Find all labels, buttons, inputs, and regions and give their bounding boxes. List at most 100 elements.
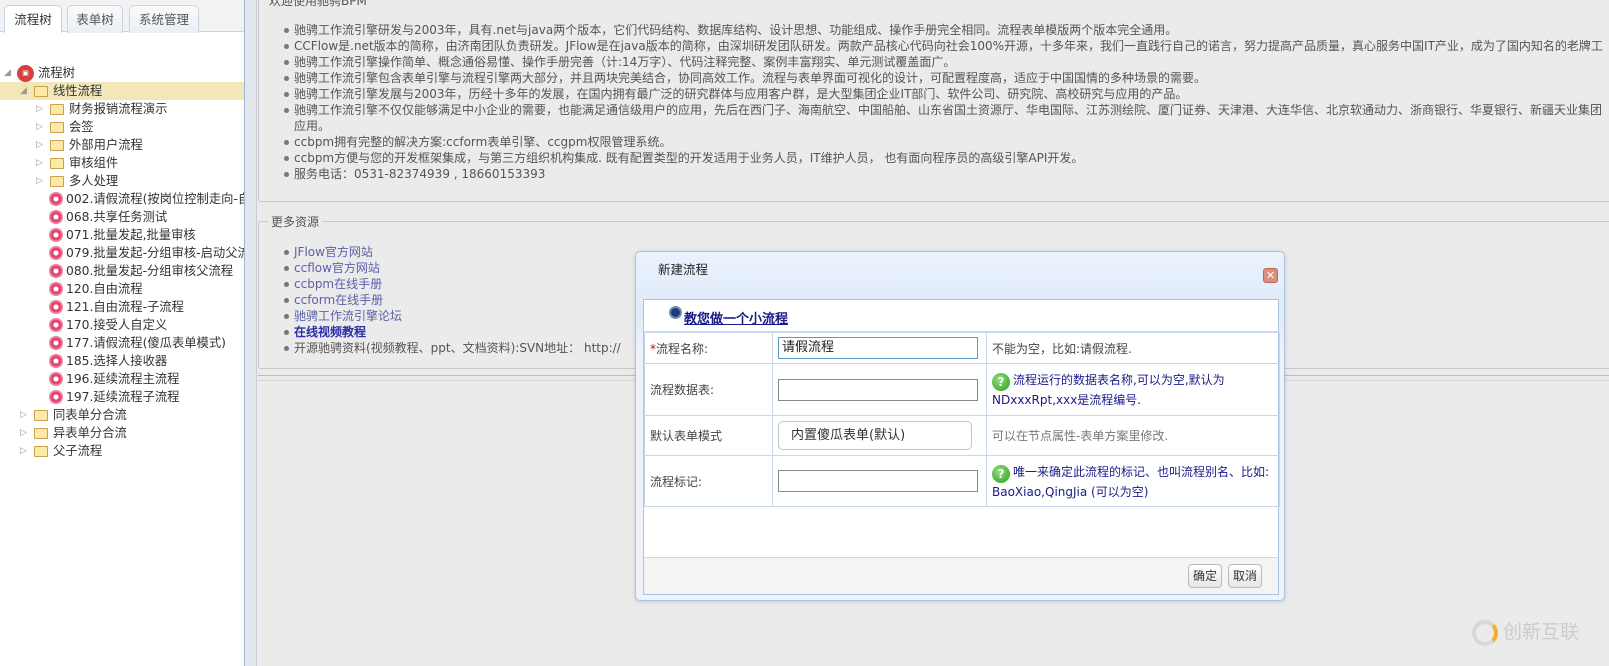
cancel-button[interactable]: 取消: [1228, 564, 1263, 588]
tree-node[interactable]: ▷ 审核组件: [0, 154, 244, 172]
intro-list: 驰骋工作流引擎研发与2003年，具有.net与java两个版本，它们代码结构、数…: [284, 22, 1603, 182]
tab-form-tree[interactable]: 表单树: [67, 5, 123, 33]
collapsed-arrow-icon[interactable]: ▷: [36, 100, 43, 118]
collapsed-arrow-icon[interactable]: ▷: [36, 136, 43, 154]
tree-node-label: 线性流程: [53, 84, 103, 98]
flow-gear-icon: [49, 210, 63, 224]
folder-icon: [50, 122, 64, 133]
resource-link[interactable]: ccflow官方网站: [294, 261, 380, 275]
dialog-body: 教您做一个小流程 *流程名称: 请假流程 不能为空，比如:请假流程. 流程数据表…: [643, 299, 1280, 595]
expanded-arrow-icon[interactable]: ◢: [20, 82, 27, 100]
tree-node[interactable]: 121.自由流程-子流程: [0, 298, 244, 316]
resource-link[interactable]: ccform在线手册: [294, 293, 383, 307]
panel-splitter[interactable]: [245, 0, 257, 666]
flow-name-label: 流程名称:: [656, 341, 709, 356]
tree-node-label: 120.自由流程: [66, 282, 143, 296]
tree-node[interactable]: 120.自由流程: [0, 280, 244, 298]
tree-node[interactable]: 170.接受人自定义: [0, 316, 244, 334]
flow-gear-icon: [49, 228, 63, 242]
resource-link[interactable]: JFlow官方网站: [294, 245, 373, 259]
tree-node-label: 121.自由流程-子流程: [66, 300, 184, 314]
flow-mark-input[interactable]: [778, 470, 978, 492]
tree-node[interactable]: 068.共享任务测试: [0, 208, 244, 226]
tree-node-label: 079.批量发起-分组审核-启动父流: [66, 246, 244, 260]
flow-gear-icon: [49, 282, 63, 296]
resource-item: ccflow官方网站: [284, 260, 621, 276]
tree-node[interactable]: ◢ 线性流程: [0, 82, 244, 100]
row-flow-name: *流程名称: 请假流程 不能为空，比如:请假流程.: [644, 332, 1280, 364]
intro-item: 驰骋工作流引擎操作简单、概念通俗易懂、操作手册完善（计:14万字）、代码注释完整…: [284, 54, 1603, 70]
collapsed-arrow-icon[interactable]: ▷: [20, 442, 27, 460]
tree-node[interactable]: ▷ 外部用户流程: [0, 136, 244, 154]
flow-gear-icon: [49, 300, 63, 314]
guide-row: 教您做一个小流程: [644, 300, 1278, 332]
intro-item: ccbpm方便与您的开发框架集成，与第三方组织机构集成. 既有配置类型的开发适用…: [284, 150, 1603, 166]
tree-node[interactable]: ▷ 多人处理: [0, 172, 244, 190]
tree-node[interactable]: 080.批量发起-分组审核父流程: [0, 262, 244, 280]
intro-item: 驰骋工作流引擎发展与2003年，历经十多年的发展，在国内拥有最广泛的研究群体与应…: [284, 86, 1603, 102]
ok-button[interactable]: 确定: [1188, 564, 1223, 588]
tree-node-label: 父子流程: [53, 444, 103, 458]
tree-node-label: 财务报销流程演示: [69, 102, 168, 116]
tree-node[interactable]: ▷ 同表单分合流: [0, 406, 244, 424]
tree-node-label: 异表单分合流: [53, 426, 127, 440]
collapsed-arrow-icon[interactable]: ▷: [20, 424, 27, 442]
tree-node[interactable]: ▷ 会签: [0, 118, 244, 136]
new-flow-dialog: 新建流程 ✕ 教您做一个小流程 *流程名称: 请假流程 不能为空，比如:请假流程…: [635, 251, 1285, 601]
tree-node[interactable]: 197.延续流程子流程: [0, 388, 244, 406]
collapsed-arrow-icon[interactable]: ▷: [36, 118, 43, 136]
tree-node-label: 080.批量发起-分组审核父流程: [66, 264, 234, 278]
data-table-label: 流程数据表:: [644, 363, 773, 416]
tree-node-label: 197.延续流程子流程: [66, 390, 180, 404]
tree-node[interactable]: ▷ 异表单分合流: [0, 424, 244, 442]
tree-node-label: 同表单分合流: [53, 408, 127, 422]
flow-gear-icon: [49, 372, 63, 386]
tree-node[interactable]: 177.请假流程(傻瓜表单模式): [0, 334, 244, 352]
flow-name-input[interactable]: 请假流程: [778, 337, 978, 359]
form-table: *流程名称: 请假流程 不能为空，比如:请假流程. 流程数据表: ? 流程运行的数…: [644, 332, 1280, 507]
collapsed-arrow-icon[interactable]: ▷: [36, 172, 43, 190]
resource-link[interactable]: 在线视频教程: [294, 325, 366, 339]
flow-gear-icon: [49, 264, 63, 278]
form-mode-label: 默认表单模式: [644, 415, 773, 456]
tree-node-label: 177.请假流程(傻瓜表单模式): [66, 336, 226, 350]
sidebar-tabs: 流程树 表单树 系统管理: [0, 0, 244, 33]
tree-node[interactable]: 196.延续流程主流程: [0, 370, 244, 388]
row-flow-mark: 流程标记: ? 唯一来确定此流程的标记、也叫流程别名、比如: BaoXiao,Qi…: [644, 455, 1280, 507]
tree-node-label: 170.接受人自定义: [66, 318, 168, 332]
flow-gear-icon: [49, 336, 63, 350]
tree-node[interactable]: 071.批量发起,批量审核: [0, 226, 244, 244]
tree-node[interactable]: 079.批量发起-分组审核-启动父流: [0, 244, 244, 262]
resource-item: ccbpm在线手册: [284, 276, 621, 292]
folder-icon: [34, 428, 48, 439]
left-panel: 流程树 表单树 系统管理 ◢ ▣ 流程树 ◢ 线性流程 ▷ 财务报销流程演示 ▷ 会签 ▷ 外部用户…: [0, 0, 245, 666]
tree-node[interactable]: ▷ 父子流程: [0, 442, 244, 460]
tree-node[interactable]: ▷ 财务报销流程演示: [0, 100, 244, 118]
watermark: 创新互联: [1472, 617, 1579, 646]
guide-link[interactable]: 教您做一个小流程: [684, 308, 788, 327]
resource-link[interactable]: 驰骋工作流引擎论坛: [294, 309, 402, 323]
flow-tree-root-icon: ▣: [17, 65, 34, 82]
intro-legend: 欢迎使用驰骋BPM: [266, 0, 370, 9]
flow-gear-icon: [49, 354, 63, 368]
resource-link[interactable]: ccbpm在线手册: [294, 277, 382, 291]
flow-mark-hint: 唯一来确定此流程的标记、也叫流程别名、比如: BaoXiao,QingJia (…: [992, 464, 1270, 499]
expanded-arrow-icon[interactable]: ◢: [4, 64, 11, 82]
tab-flow-tree[interactable]: 流程树: [4, 5, 62, 33]
intro-item: 驰骋工作流引擎包含表单引擎与流程引擎两大部分，并且两块完美结合，协同高效工作。流…: [284, 70, 1603, 86]
data-table-input[interactable]: [778, 378, 978, 401]
tree-node[interactable]: ◢ ▣ 流程树: [0, 64, 244, 82]
tree-node-label: 068.共享任务测试: [66, 210, 168, 224]
form-mode-select[interactable]: 内置傻瓜表单(默认): [778, 421, 972, 450]
dialog-title: 新建流程: [658, 262, 709, 277]
collapsed-arrow-icon[interactable]: ▷: [36, 154, 43, 172]
svn-item: 开源驰骋资料(视频教程、ppt、文档资料):SVN地址： http://: [284, 341, 621, 355]
collapsed-arrow-icon[interactable]: ▷: [20, 406, 27, 424]
tree-node[interactable]: 002.请假流程(按岗位控制走向-自: [0, 190, 244, 208]
intro-item: 驰骋工作流引擎不仅仅能够满足中小企业的需要，也能满足通信级用户的应用，先后在西门…: [284, 103, 1603, 117]
tree-node[interactable]: 185.选择人接收器: [0, 352, 244, 370]
row-form-mode: 默认表单模式 内置傻瓜表单(默认) 可以在节点属性-表单方案里修改.: [644, 415, 1280, 456]
tab-system-admin[interactable]: 系统管理: [129, 5, 199, 33]
folder-icon: [50, 158, 64, 169]
close-icon[interactable]: ✕: [1263, 268, 1278, 283]
